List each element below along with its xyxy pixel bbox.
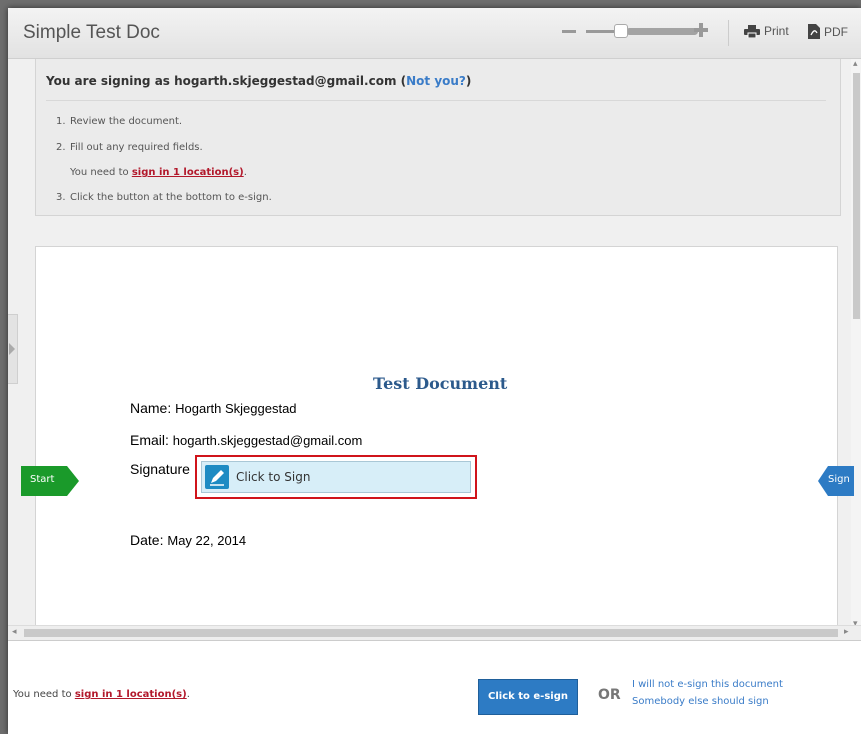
- step-1: 1. Review the document.: [56, 116, 182, 127]
- document-viewport: You are signing as hogarth.skjeggestad@g…: [8, 59, 851, 625]
- someone-else-sign-link[interactable]: Somebody else should sign: [632, 693, 783, 710]
- decline-options: I will not e-sign this document Somebody…: [632, 676, 783, 710]
- email-field: Email: hogarth.skjeggestad@gmail.com: [130, 432, 362, 448]
- zoom-track-empty: [626, 28, 698, 35]
- step-text: Review the document.: [70, 116, 183, 127]
- horizontal-scrollbar[interactable]: ◂ ▸: [8, 625, 861, 640]
- will-not-esign-link[interactable]: I will not e-sign this document: [632, 676, 783, 693]
- scroll-up-icon[interactable]: ▴: [853, 59, 858, 69]
- click-to-esign-button[interactable]: Click to e-sign: [478, 679, 578, 715]
- signing-instructions: You are signing as hogarth.skjeggestad@g…: [35, 59, 841, 216]
- step-2: 2. Fill out any required fields.: [56, 142, 203, 153]
- step-3: 3. Click the button at the bottom to e-si…: [56, 192, 272, 203]
- need-prefix: You need to: [70, 167, 132, 178]
- horizontal-scroll-thumb[interactable]: [24, 629, 838, 637]
- document-title: Simple Test Doc: [23, 22, 160, 43]
- sign-label: Sign: [828, 474, 850, 485]
- or-label: OR: [598, 687, 621, 703]
- start-label: Start: [30, 474, 55, 485]
- step-text: Fill out any required fields.: [70, 142, 203, 153]
- footer-need-suffix: .: [186, 689, 190, 700]
- scroll-left-icon[interactable]: ◂: [12, 627, 17, 637]
- footer-need-sign: You need to sign in 1 location(s).: [13, 689, 190, 700]
- date-field: Date: May 22, 2014: [130, 532, 246, 548]
- date-label: Date:: [130, 532, 164, 548]
- zoom-slider-thumb[interactable]: [614, 24, 628, 38]
- print-button[interactable]: Print: [744, 24, 789, 39]
- step-number: 3.: [56, 192, 66, 203]
- signing-dialog: Simple Test Doc Print PDF You are signin…: [8, 8, 861, 734]
- pdf-button[interactable]: PDF: [808, 24, 848, 39]
- pdf-icon: [808, 24, 820, 39]
- vertical-scrollbar[interactable]: ▴ ▾: [851, 59, 861, 629]
- window: Simple Test Doc Print PDF You are signin…: [0, 0, 861, 734]
- signing-as-line: You are signing as hogarth.skjeggestad@g…: [46, 74, 471, 88]
- divider: [46, 100, 826, 101]
- signer-email: hogarth.skjeggestad@gmail.com: [174, 74, 397, 88]
- step-2-sublines: You need to sign in 1 location(s).: [70, 167, 247, 178]
- paren-open: (: [396, 74, 407, 88]
- email-value: hogarth.skjeggestad@gmail.com: [172, 433, 363, 448]
- footer-bar: You need to sign in 1 location(s). Click…: [8, 640, 861, 734]
- need-suffix: .: [243, 167, 247, 178]
- name-value: Hogarth Skjeggestad: [175, 401, 297, 416]
- signature-field-label: Signature: [130, 461, 190, 477]
- start-flag[interactable]: Start: [21, 466, 79, 496]
- zoom-slider[interactable]: [586, 24, 698, 38]
- zoom-in-icon[interactable]: [694, 23, 708, 37]
- document-heading: Test Document: [373, 374, 508, 393]
- click-to-sign-label: Click to Sign: [236, 470, 311, 484]
- sign-flag[interactable]: Sign: [818, 466, 854, 496]
- name-field: Name: Hogarth Skjeggestad: [130, 400, 297, 416]
- signature-highlight: Click to Sign: [195, 455, 477, 499]
- email-label: Email:: [130, 432, 169, 448]
- toolbar-divider: [728, 20, 729, 46]
- footer-sign-locations-link[interactable]: sign in 1 location(s): [75, 689, 187, 700]
- click-to-sign-button[interactable]: Click to Sign: [201, 461, 471, 493]
- step-number: 2.: [56, 142, 66, 153]
- step-text: Click the button at the bottom to e-sign…: [70, 192, 272, 203]
- footer-need-prefix: You need to: [13, 689, 75, 700]
- pen-icon: [205, 465, 229, 489]
- name-label: Name:: [130, 400, 172, 416]
- zoom-out-icon[interactable]: [562, 30, 576, 33]
- thumbnail-panel-toggle[interactable]: [8, 314, 18, 384]
- signing-as-prefix: You are signing as: [46, 74, 175, 88]
- document-page: Test Document Name: Hogarth Skjeggestad …: [35, 246, 838, 625]
- paren-close: ): [465, 74, 472, 88]
- title-bar: Simple Test Doc Print PDF: [8, 8, 861, 59]
- zoom-track-filled: [586, 30, 616, 33]
- scroll-right-icon[interactable]: ▸: [844, 627, 849, 637]
- print-label: Print: [764, 24, 789, 38]
- printer-icon: [744, 25, 760, 39]
- signature-label: Signature: [130, 461, 190, 477]
- pdf-label: PDF: [824, 25, 848, 39]
- sign-locations-link[interactable]: sign in 1 location(s): [132, 167, 244, 178]
- date-value: May 22, 2014: [167, 533, 247, 548]
- vertical-scroll-thumb[interactable]: [853, 73, 860, 319]
- step-number: 1.: [56, 116, 66, 127]
- not-you-link[interactable]: Not you?: [406, 74, 466, 88]
